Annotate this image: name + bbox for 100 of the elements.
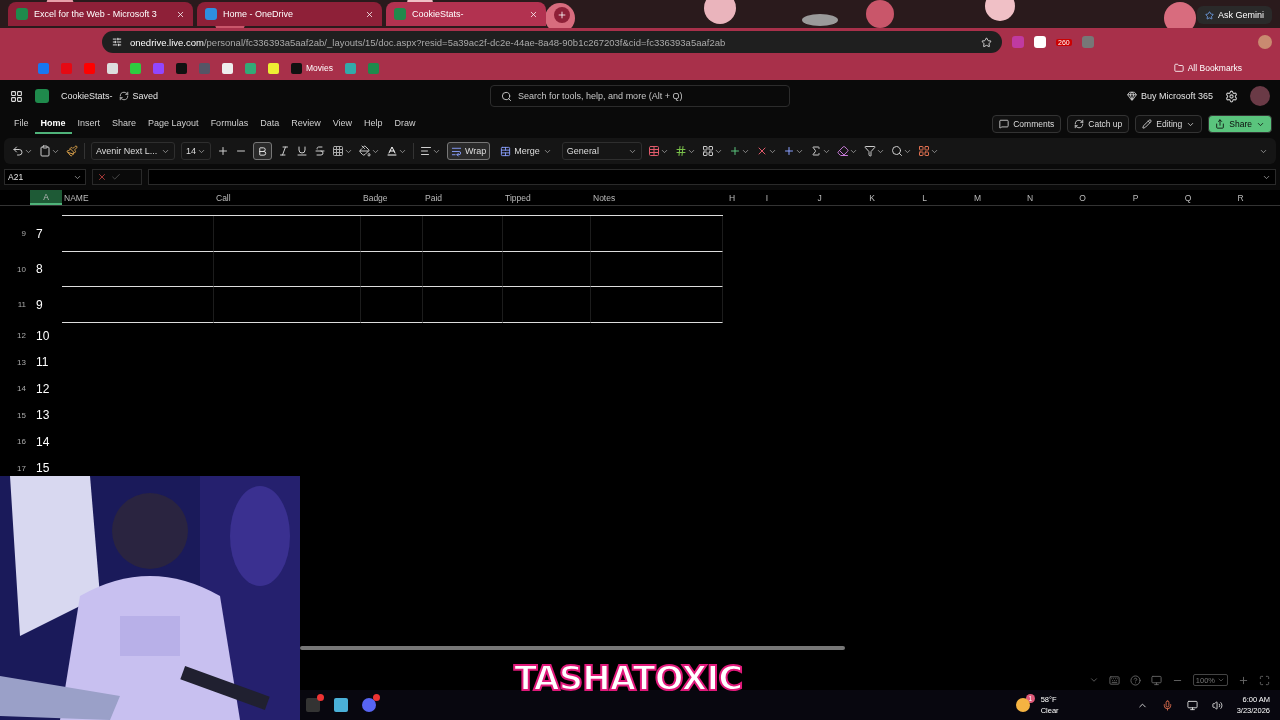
font-dropdown[interactable]: Avenir Next L...	[91, 142, 175, 160]
bookmark-icon[interactable]	[344, 62, 356, 74]
column-header[interactable]: Call	[214, 190, 361, 205]
extension-icon[interactable]	[1034, 36, 1046, 48]
notepad-icon[interactable]	[334, 698, 348, 712]
spreadsheet-icon	[16, 8, 28, 20]
ribbon-tab[interactable]: Home	[34, 114, 72, 134]
spreadsheet-icon	[394, 8, 406, 20]
bookmark-icon[interactable]	[222, 62, 233, 74]
grow-font-icon	[217, 145, 229, 157]
sync-icon	[118, 91, 129, 101]
bookmark-icon[interactable]	[176, 62, 187, 74]
column-header[interactable]: P	[1109, 190, 1162, 205]
table-cell-text: 13	[35, 407, 51, 425]
ask-gemini-button[interactable]: Ask Gemini	[1197, 6, 1272, 24]
merge-button[interactable]: Merge	[496, 142, 556, 160]
column-header[interactable]: M	[951, 190, 1004, 205]
column-header[interactable]: I	[741, 190, 793, 205]
ribbon-tab[interactable]: Page Layout	[142, 114, 205, 134]
undo-icon	[12, 145, 24, 157]
table-cell-text: 11	[35, 354, 50, 372]
column-header[interactable]: Notes	[591, 190, 723, 205]
search-field[interactable]: Search for tools, help, and more (Alt + Q)	[490, 85, 791, 107]
wrap-button[interactable]: Wrap	[447, 142, 491, 160]
font-size-dropdown[interactable]: 14	[181, 142, 211, 160]
ribbon-tab[interactable]: Data	[254, 114, 286, 134]
editing-button[interactable]: Editing	[1135, 115, 1203, 133]
brush-icon	[66, 145, 78, 157]
insert-icon	[728, 145, 741, 157]
comments-button[interactable]: Comments	[992, 115, 1062, 133]
column-header[interactable]: Tipped	[503, 190, 591, 205]
ribbon-tab[interactable]: View	[326, 114, 359, 134]
column-header[interactable]: H	[723, 190, 741, 205]
column-header[interactable]: NAME	[62, 190, 214, 205]
bold-icon	[257, 145, 268, 157]
table-cell-text: 9	[35, 296, 44, 314]
column-header[interactable]: Q	[1162, 190, 1214, 205]
browser-tab[interactable]: CookieStats-	[386, 2, 546, 26]
align-icon	[420, 145, 432, 157]
row-header[interactable]: 13	[0, 349, 30, 376]
row-header[interactable]: 16	[0, 428, 30, 455]
chevron-down-icon	[1217, 676, 1225, 684]
ribbon-tab[interactable]: Draw	[388, 114, 422, 134]
buy-link[interactable]: Buy Microsoft 365	[1126, 91, 1213, 101]
ribbon-tab[interactable]: Review	[285, 114, 327, 134]
column-header[interactable]: O	[1056, 190, 1109, 205]
browser-tab[interactable]: Home - OneDrive	[197, 2, 382, 26]
keyboard-icon	[1108, 674, 1120, 686]
fullscreen-icon	[1259, 674, 1270, 686]
share-button[interactable]: Share	[1208, 115, 1272, 133]
save-status: Saved	[118, 91, 159, 101]
fill-color-icon	[359, 145, 371, 157]
plus-icon	[557, 10, 567, 20]
table-icon	[647, 145, 660, 157]
ribbon-tab[interactable]: Insert	[71, 114, 107, 134]
row-header[interactable]: 10	[0, 251, 30, 287]
column-header[interactable]: A	[30, 190, 62, 205]
formula-input[interactable]	[148, 169, 1276, 185]
add-ins-icon	[917, 145, 930, 157]
clipboard-icon	[39, 145, 51, 157]
column-header[interactable]: J	[793, 190, 846, 205]
underline-icon	[296, 145, 308, 157]
row-header[interactable]: 9	[0, 216, 30, 252]
column-header[interactable]: R	[1214, 190, 1267, 205]
merge-icon	[500, 145, 512, 157]
column-header[interactable]: Badge	[361, 190, 423, 205]
folder-icon	[1173, 63, 1184, 73]
bookmark-icon[interactable]	[107, 62, 118, 74]
address-bar[interactable]: onedrive.live.com/personal/fc336393a5aaf2ab/_layouts/15/doc.aspx?resid=5a39ac2f-dc2e-44ae-8a48-90b1c267203f&cid=fc336393a5aaf2ab	[102, 31, 1002, 53]
profile-avatar[interactable]	[1258, 35, 1272, 49]
table-cell	[361, 287, 423, 323]
all-bookmarks-button[interactable]: All Bookmarks	[1173, 63, 1242, 73]
catch-up-button[interactable]: Catch up	[1067, 115, 1130, 133]
volume-icon	[1211, 699, 1223, 711]
browser-tab[interactable]: Excel for the Web - Microsoft 3	[8, 2, 193, 26]
bookmark-link[interactable]: Movies	[291, 62, 333, 74]
ribbon-tab[interactable]: Share	[106, 114, 143, 134]
share-icon	[1215, 119, 1226, 129]
user-avatar[interactable]	[1250, 86, 1270, 106]
column-header[interactable]: L	[898, 190, 951, 205]
bookmark-icon[interactable]	[130, 62, 141, 74]
column-header[interactable]: K	[846, 190, 898, 205]
ribbon-tab[interactable]: Formulas	[204, 114, 255, 134]
bookmark-icon[interactable]	[268, 62, 279, 74]
table-cell	[361, 216, 423, 252]
bold-button[interactable]	[253, 142, 272, 160]
file-name[interactable]: CookieStats-	[61, 91, 113, 101]
overlay-title: TASHATOXIC	[514, 658, 743, 698]
row-header[interactable]: 15	[0, 402, 30, 429]
font-color-icon	[386, 145, 398, 157]
column-header[interactable]: Paid	[423, 190, 503, 205]
row-header[interactable]: 12	[0, 322, 30, 349]
chevron-down-icon	[1088, 675, 1099, 685]
number-format-dropdown[interactable]: General	[561, 142, 642, 160]
column-header[interactable]: N	[1004, 190, 1056, 205]
ribbon-tab[interactable]: File	[8, 114, 35, 134]
row-header[interactable]: 14	[0, 375, 30, 402]
row-header[interactable]: 11	[0, 287, 30, 323]
name-box[interactable]: A21	[4, 169, 86, 185]
ribbon-tab[interactable]: Help	[358, 114, 389, 134]
